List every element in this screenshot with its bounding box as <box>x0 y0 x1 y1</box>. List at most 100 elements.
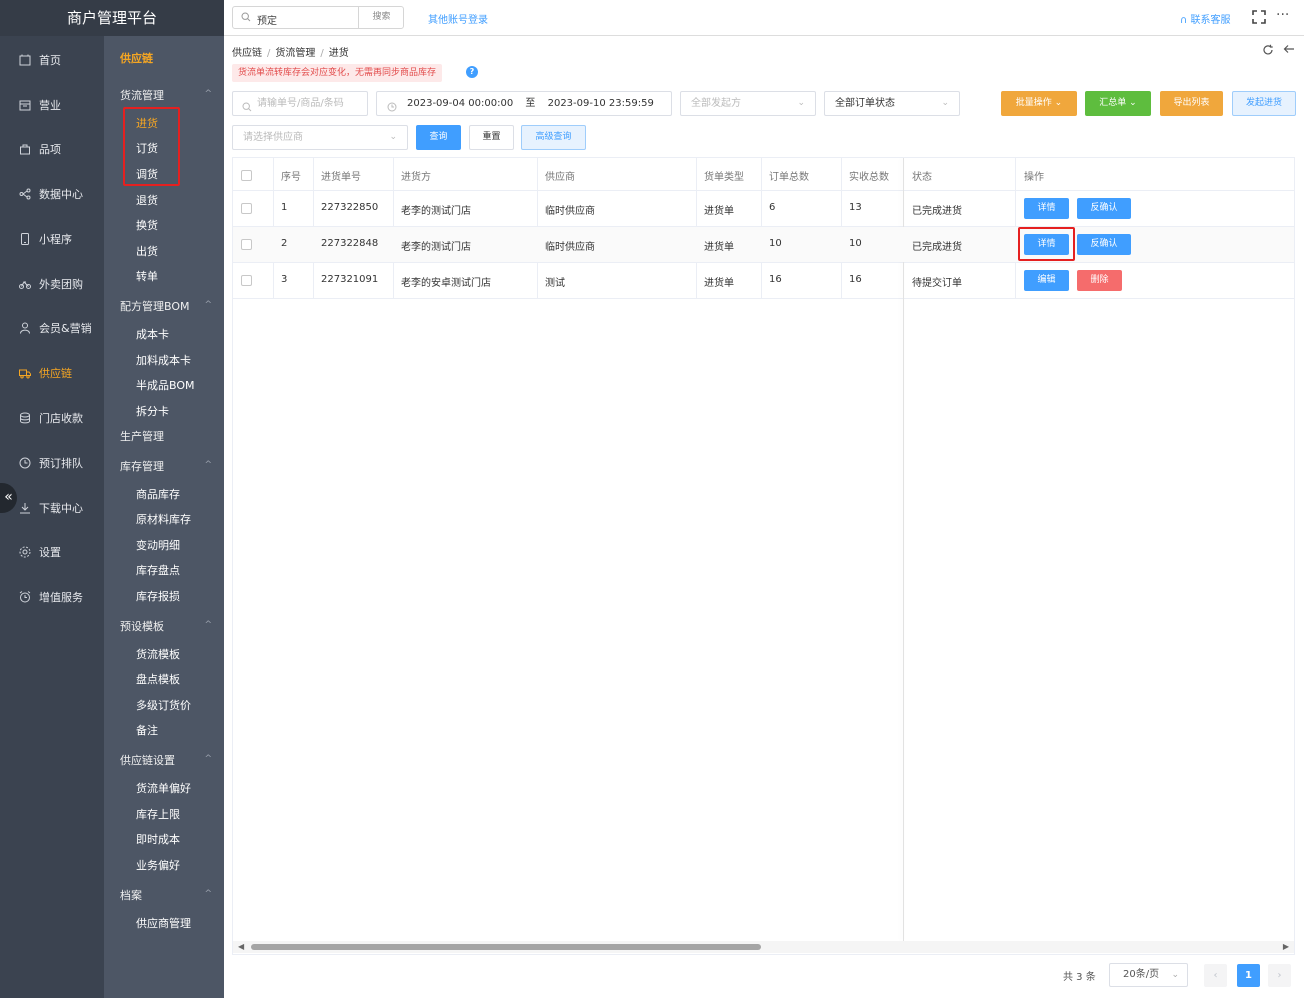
subnav-item-topping-cost-card[interactable]: 加料成本卡 <box>136 352 224 368</box>
more-icon[interactable]: ··· <box>1276 7 1289 23</box>
status-value: 全部订单状态 <box>835 98 895 109</box>
search-button[interactable]: 搜索 <box>358 7 404 28</box>
export-list-button[interactable]: 导出列表 <box>1160 91 1223 116</box>
row-checkbox[interactable] <box>241 275 252 286</box>
fullscreen-icon[interactable] <box>1252 10 1266 24</box>
order-status-select[interactable]: 全部订单状态 ⌄ <box>824 91 960 116</box>
subnav-group-flow[interactable]: 货流管理 ^ <box>120 87 224 103</box>
nav-item-value-added[interactable]: 增值服务 <box>0 575 104 619</box>
subnav-item-remarks[interactable]: 备注 <box>136 722 224 738</box>
subnav-item-change-detail[interactable]: 变动明细 <box>136 537 224 553</box>
subnav-group-production[interactable]: 生产管理 <box>120 428 224 444</box>
refresh-icon[interactable] <box>1262 44 1274 56</box>
prev-page-button[interactable]: ‹ <box>1204 964 1227 987</box>
nav-item-business[interactable]: 营业 <box>0 83 104 127</box>
nav-item-takeout[interactable]: 外卖团购 <box>0 262 104 306</box>
unconfirm-button[interactable]: 反确认 <box>1077 198 1131 219</box>
subnav-item-count-template[interactable]: 盘点模板 <box>136 671 224 687</box>
create-purchase-button[interactable]: 发起进货 <box>1232 91 1296 116</box>
subnav-group-templates[interactable]: 预设模板 ^ <box>120 618 224 634</box>
subnav-item-loss-report[interactable]: 库存报损 <box>136 588 224 604</box>
clock-icon <box>387 98 397 121</box>
subnav-item-material-stock[interactable]: 原材料库存 <box>136 511 224 527</box>
scroll-left-icon[interactable]: ◀ <box>238 942 244 951</box>
clock-icon <box>19 457 31 469</box>
subnav-item-shipment[interactable]: 出货 <box>136 243 224 259</box>
nav-item-settings[interactable]: 设置 <box>0 530 104 574</box>
scrollbar-thumb[interactable] <box>251 944 761 950</box>
summary-button[interactable]: 汇总单 ⌄ <box>1085 91 1151 116</box>
delete-button[interactable]: 删除 <box>1077 270 1122 291</box>
other-account-login-link[interactable]: 其他账号登录 <box>428 11 488 26</box>
button-label: 汇总单 <box>1099 98 1127 108</box>
subnav-item-flow-preference[interactable]: 货流单偏好 <box>136 780 224 796</box>
row-checkbox[interactable] <box>241 239 252 250</box>
nav-item-products[interactable]: 品项 <box>0 127 104 171</box>
truck-icon <box>19 367 31 379</box>
search-input[interactable]: 预定 <box>257 12 277 27</box>
query-button[interactable]: 查询 <box>416 125 461 150</box>
nav-item-home[interactable]: 首页 <box>0 38 104 82</box>
chevron-up-icon: ^ <box>204 620 212 630</box>
group-label: 货流管理 <box>120 89 164 102</box>
subnav-group-archive[interactable]: 档案 ^ <box>120 887 224 903</box>
nav-item-supply-chain[interactable]: 供应链 <box>0 351 104 395</box>
order-search-input[interactable]: 请输单号/商品/条码 <box>232 91 368 116</box>
subnav-group-bom[interactable]: 配方管理BOM ^ <box>120 298 224 314</box>
subnav-item-product-stock[interactable]: 商品库存 <box>136 486 224 502</box>
nav-item-mini-program[interactable]: 小程序 <box>0 217 104 261</box>
subnav-group-supply-settings[interactable]: 供应链设置 ^ <box>120 752 224 768</box>
cell-type: 进货单 <box>704 206 734 217</box>
advanced-query-button[interactable]: 高级查询 <box>521 125 586 150</box>
subnav-item-convert[interactable]: 转单 <box>136 268 224 284</box>
global-search[interactable]: 预定 搜索 <box>232 6 404 29</box>
page-number-button[interactable]: 1 <box>1237 964 1260 987</box>
date-range-picker[interactable]: 2023-09-04 00:00:00 至 2023-09-10 23:59:5… <box>376 91 672 116</box>
app-root: 商户管理平台 首页 营业 品项 数据中心 小程序 外卖团购 会员&营销 供应链 … <box>0 0 1304 998</box>
subnav-item-flow-template[interactable]: 货流模板 <box>136 646 224 662</box>
coins-icon <box>19 412 31 424</box>
date-start[interactable]: 2023-09-04 00:00:00 <box>407 98 513 109</box>
date-end[interactable]: 2023-09-10 23:59:59 <box>548 98 654 109</box>
subnav-item-exchange[interactable]: 换货 <box>136 217 224 233</box>
horizontal-scrollbar[interactable]: ◀ ▶ <box>233 941 1294 953</box>
cell-order-total: 10 <box>769 238 782 249</box>
contact-support-link[interactable]: ∩ 联系客服 <box>1180 11 1231 26</box>
nav-label: 外卖团购 <box>39 278 83 291</box>
initiator-select[interactable]: 全部发起方 ⌄ <box>680 91 816 116</box>
chevron-up-icon: ^ <box>204 460 212 470</box>
subnav-item-cost-card[interactable]: 成本卡 <box>136 326 224 342</box>
subnav-item-business-preference[interactable]: 业务偏好 <box>136 857 224 873</box>
subnav-item-instant-cost[interactable]: 即时成本 <box>136 831 224 847</box>
nav-label: 会员&营销 <box>39 322 92 335</box>
nav-item-store-payment[interactable]: 门店收款 <box>0 396 104 440</box>
scroll-right-icon[interactable]: ▶ <box>1283 942 1289 951</box>
subnav-item-supplier-management[interactable]: 供应商管理 <box>136 915 224 931</box>
column-header: 状态 <box>912 172 932 183</box>
row-checkbox[interactable] <box>241 203 252 214</box>
subnav-group-inventory[interactable]: 库存管理 ^ <box>120 458 224 474</box>
breadcrumb-item[interactable]: 货流管理 <box>275 48 315 59</box>
detail-button[interactable]: 详情 <box>1024 198 1069 219</box>
nav-item-reservation[interactable]: 预订排队 <box>0 441 104 485</box>
breadcrumb-item[interactable]: 供应链 <box>232 48 262 59</box>
subnav-item-stock-limit[interactable]: 库存上限 <box>136 806 224 822</box>
next-page-button[interactable]: › <box>1268 964 1291 987</box>
select-all-checkbox[interactable] <box>241 170 252 181</box>
subnav-item-multi-price[interactable]: 多级订货价 <box>136 697 224 713</box>
supplier-select[interactable]: 请选择供应商 ⌄ <box>232 125 408 150</box>
cell-order-no: 227322848 <box>321 238 379 249</box>
subnav-item-semi-bom[interactable]: 半成品BOM <box>136 377 224 393</box>
nav-item-data-center[interactable]: 数据中心 <box>0 172 104 216</box>
unconfirm-button[interactable]: 反确认 <box>1077 234 1131 255</box>
reset-button[interactable]: 重置 <box>469 125 514 150</box>
help-icon[interactable]: ? <box>466 66 478 78</box>
batch-operation-button[interactable]: 批量操作 ⌄ <box>1001 91 1077 116</box>
subnav-item-split-card[interactable]: 拆分卡 <box>136 403 224 419</box>
subnav-item-stocktake[interactable]: 库存盘点 <box>136 562 224 578</box>
nav-item-member[interactable]: 会员&营销 <box>0 306 104 350</box>
edit-button[interactable]: 编辑 <box>1024 270 1069 291</box>
subnav-item-return[interactable]: 退货 <box>136 192 224 208</box>
page-size-select[interactable]: 20条/页 ⌄ <box>1109 963 1188 987</box>
back-arrow-icon[interactable] <box>1283 43 1295 55</box>
